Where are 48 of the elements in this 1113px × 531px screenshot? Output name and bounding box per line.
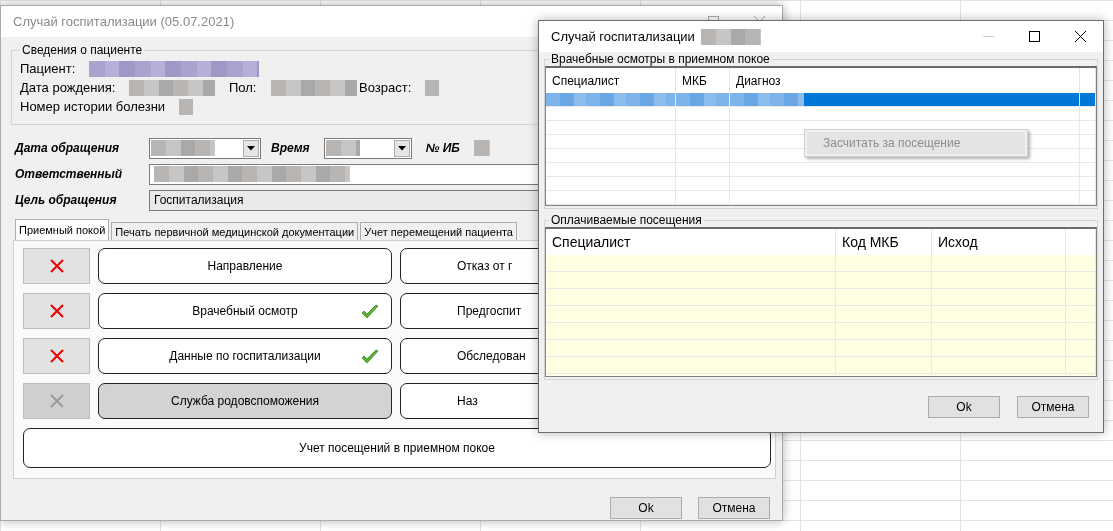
close-icon[interactable]	[1074, 31, 1086, 42]
field-label: Пол:	[229, 80, 257, 95]
tab[interactable]: Приемный покой	[15, 219, 110, 240]
field-label: Возраст:	[359, 80, 412, 95]
field-label: Дата обращения	[15, 141, 121, 155]
dialog-button[interactable]: Отмена	[1017, 396, 1089, 418]
field-label: Дата рождения:	[20, 80, 116, 95]
date-combobox[interactable]	[149, 137, 261, 159]
group-title: Сведения о пациенте	[21, 43, 144, 57]
cross-icon	[49, 394, 64, 408]
cross-icon	[49, 304, 64, 318]
field-label: Номер истории болезни	[20, 99, 166, 114]
tab[interactable]: Печать первичной медицинской документации	[111, 222, 359, 240]
step-button[interactable]: Направление	[98, 248, 392, 284]
field-label: Цель обращения	[15, 193, 118, 207]
step-button[interactable]: Врачебный осмотр	[98, 293, 392, 329]
window-title: Случай госпитализации (05.07.2021)	[13, 14, 235, 29]
redacted-value	[700, 28, 761, 45]
redacted-value	[179, 98, 194, 115]
tab[interactable]: Учет перемещений пациента	[360, 222, 517, 240]
column-header[interactable]: Исход	[932, 229, 1066, 255]
dropdown-button[interactable]	[393, 139, 410, 157]
caret-icon	[397, 145, 406, 151]
redacted-value	[473, 140, 490, 156]
caret-icon	[247, 145, 255, 151]
group-title: Врачебные осмотры в приемном покое	[550, 52, 771, 66]
dialog-button[interactable]: Отмена	[698, 497, 770, 519]
visits-button[interactable]: Учет посещений в приемном покое	[23, 428, 771, 468]
dialog-button[interactable]: Ok	[928, 396, 1000, 418]
cross-icon	[49, 349, 64, 363]
window-title: Случай госпитализации	[551, 29, 695, 44]
redacted-value	[425, 79, 440, 96]
dialog-button[interactable]: Ok	[610, 497, 682, 519]
time-combobox[interactable]	[323, 137, 412, 159]
field-label: Ответственный	[15, 167, 124, 181]
field-label: Время	[271, 141, 310, 155]
column-header[interactable]: Специалист	[546, 229, 836, 255]
check-icon	[361, 349, 379, 365]
maximize-icon[interactable]	[1028, 31, 1040, 42]
column-header[interactable]: Код МКБ	[836, 229, 932, 255]
group-title: Оплачиваемые посещения	[550, 213, 703, 227]
dropdown-button[interactable]	[243, 139, 259, 157]
cross-icon	[49, 259, 64, 273]
check-icon	[361, 304, 379, 320]
field-label: Пациент:	[20, 61, 76, 76]
table-row[interactable]	[546, 93, 1096, 107]
field-label: № ИБ	[425, 141, 460, 155]
step-button[interactable]: Данные по госпитализации	[98, 338, 392, 374]
